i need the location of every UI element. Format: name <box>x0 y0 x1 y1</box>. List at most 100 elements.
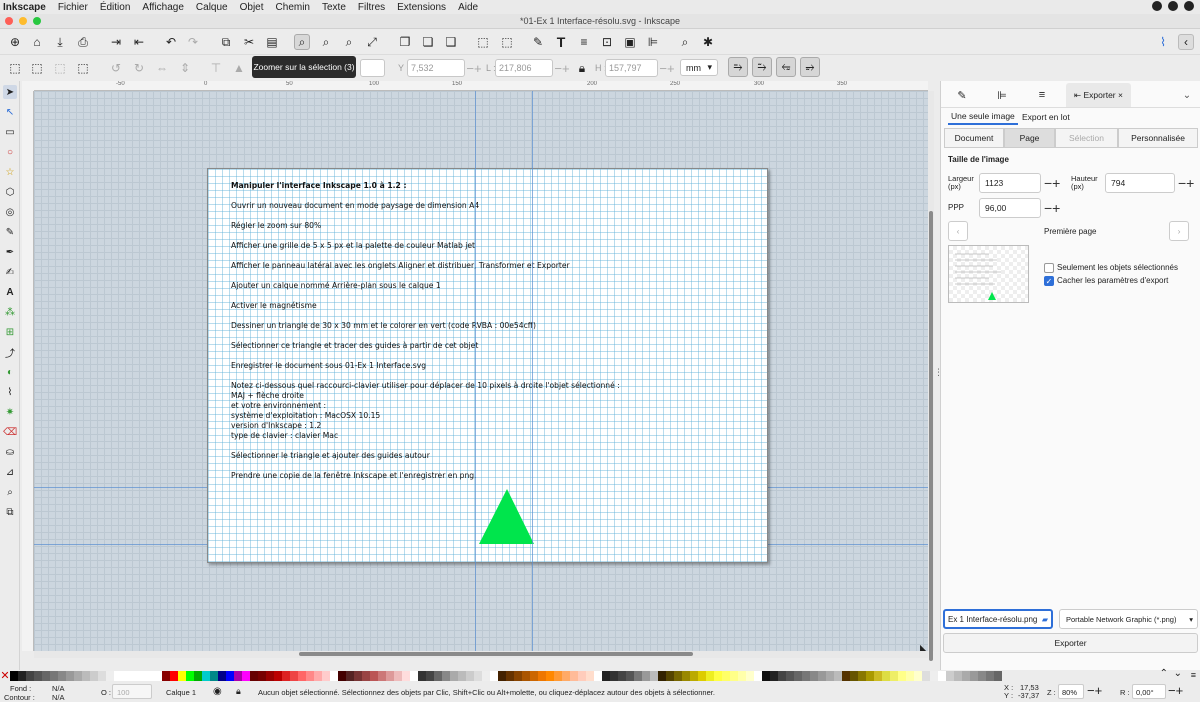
color-swatch[interactable] <box>594 671 602 681</box>
open-file-icon[interactable]: ⌂ <box>29 34 45 50</box>
color-swatch[interactable] <box>98 671 106 681</box>
color-swatch[interactable] <box>930 671 938 681</box>
color-swatch[interactable] <box>274 671 282 681</box>
color-swatch[interactable] <box>298 671 306 681</box>
paint-bucket-tool-icon[interactable]: ⛀ <box>3 445 17 459</box>
raise-top-icon[interactable]: ⊤ <box>208 60 224 76</box>
color-swatch[interactable] <box>650 671 658 681</box>
measure-tool-icon[interactable]: ⊿ <box>3 465 17 479</box>
color-swatch[interactable] <box>282 671 290 681</box>
color-swatch[interactable] <box>922 671 930 681</box>
zoom-page-width-icon[interactable]: ⤢ <box>364 34 380 50</box>
move-gradients-icon[interactable]: ⥳ <box>776 57 796 77</box>
color-swatch[interactable] <box>538 671 546 681</box>
color-swatch[interactable] <box>746 671 754 681</box>
color-swatch[interactable] <box>786 671 794 681</box>
color-swatch[interactable] <box>890 671 898 681</box>
color-swatch[interactable] <box>826 671 834 681</box>
color-swatch[interactable] <box>906 671 914 681</box>
user-icon[interactable] <box>1184 1 1194 11</box>
color-swatch[interactable] <box>218 671 226 681</box>
flip-vertical-icon[interactable]: ⇕ <box>177 60 193 76</box>
rotation-input[interactable]: 0,00° <box>1132 684 1166 699</box>
color-swatch[interactable] <box>802 671 810 681</box>
color-swatch[interactable] <box>114 671 122 681</box>
snap-menu-icon[interactable]: ‹ <box>1178 34 1194 50</box>
zoom-stepper[interactable]: −+ <box>1087 683 1102 698</box>
color-swatch[interactable] <box>306 671 314 681</box>
y-field[interactable]: 7,532 <box>407 59 465 77</box>
color-swatch[interactable] <box>26 671 34 681</box>
flip-horizontal-icon[interactable]: ⇔ <box>154 60 170 76</box>
color-swatch[interactable] <box>474 671 482 681</box>
tab-batch-export[interactable]: Export en lot <box>1019 109 1073 125</box>
text-font-icon[interactable]: T <box>553 34 569 50</box>
close-window-button[interactable] <box>5 17 13 25</box>
save-icon[interactable]: ⤓ <box>52 34 68 50</box>
dpi-input[interactable]: 96,00 <box>979 198 1041 218</box>
move-patterns-icon[interactable]: ⥴ <box>800 57 820 77</box>
height-stepper-icon[interactable]: −+ <box>659 60 675 76</box>
menu-chemin[interactable]: Chemin <box>270 2 316 13</box>
palette-scroll-down-icon[interactable]: ⌄ <box>1174 668 1182 679</box>
menu-extensions[interactable]: Extensions <box>391 2 452 13</box>
previous-page-button[interactable]: ‹ <box>948 221 968 241</box>
color-swatch[interactable] <box>938 671 946 681</box>
color-swatch[interactable] <box>34 671 42 681</box>
height-stepper[interactable]: −+ <box>1178 175 1194 191</box>
color-swatch[interactable] <box>106 671 114 681</box>
color-swatch[interactable] <box>202 671 210 681</box>
color-swatch[interactable] <box>290 671 298 681</box>
color-swatch[interactable] <box>90 671 98 681</box>
color-swatch[interactable] <box>418 671 426 681</box>
width-field[interactable]: 217,806 <box>495 59 553 77</box>
color-swatch[interactable] <box>130 671 138 681</box>
palette-menu-icon[interactable]: ≡ <box>1191 670 1196 680</box>
color-swatch[interactable] <box>506 671 514 681</box>
color-swatch[interactable] <box>498 671 506 681</box>
export-icon[interactable]: ⇤ <box>131 34 147 50</box>
shield-icon[interactable] <box>1168 1 1178 11</box>
color-swatch[interactable] <box>210 671 218 681</box>
lock-ratio-icon[interactable]: 🔒︎ <box>574 60 590 76</box>
color-swatch[interactable] <box>530 671 538 681</box>
star-tool-icon[interactable]: ☆ <box>3 165 17 179</box>
rotation-stepper[interactable]: −+ <box>1168 683 1183 698</box>
color-swatch[interactable] <box>82 671 90 681</box>
menu-objet[interactable]: Objet <box>234 2 270 13</box>
calligraphy-tool-icon[interactable]: ✍ <box>3 265 17 279</box>
tab-align[interactable]: ⊫ <box>991 83 1013 107</box>
color-swatch[interactable] <box>986 671 994 681</box>
color-swatch[interactable] <box>562 671 570 681</box>
guide-line-vertical-right[interactable] <box>532 91 533 651</box>
document-text[interactable]: Manipuler l'interface Inkscape 1.0 à 1.2… <box>231 181 761 491</box>
color-swatch[interactable] <box>778 671 786 681</box>
color-swatch[interactable] <box>146 671 154 681</box>
zoom-drawing-icon[interactable]: ⌕ <box>318 34 334 50</box>
color-swatch[interactable] <box>10 671 18 681</box>
tab-layers[interactable]: ≡ <box>1031 83 1053 107</box>
undo-icon[interactable]: ↶ <box>163 34 179 50</box>
color-swatch[interactable] <box>322 671 330 681</box>
color-swatch[interactable] <box>234 671 242 681</box>
pen-tool-icon[interactable]: ✒ <box>3 245 17 259</box>
raise-icon[interactable]: ▲ <box>231 60 247 76</box>
color-swatch[interactable] <box>970 671 978 681</box>
color-swatch[interactable] <box>242 671 250 681</box>
rectangle-tool-icon[interactable]: ▭ <box>3 125 17 139</box>
x-field[interactable] <box>360 59 385 77</box>
color-swatch[interactable] <box>194 671 202 681</box>
color-swatch[interactable] <box>50 671 58 681</box>
fill-stroke-icon[interactable]: ✎ <box>530 34 546 50</box>
duplicate-icon[interactable]: ❐ <box>397 34 413 50</box>
opacity-input[interactable]: 100 <box>112 684 152 699</box>
tab-single-image[interactable]: Une seule image <box>948 109 1018 125</box>
color-swatch[interactable] <box>738 671 746 681</box>
cut-icon[interactable]: ✂ <box>241 34 257 50</box>
group-icon[interactable]: ⬚ <box>475 34 491 50</box>
mesh-tool-icon[interactable]: ⊞ <box>3 325 17 339</box>
color-swatch[interactable] <box>178 671 186 681</box>
color-swatch[interactable] <box>346 671 354 681</box>
palette-swatches[interactable] <box>10 671 1002 681</box>
folder-icon[interactable]: ▰ <box>1041 614 1048 624</box>
